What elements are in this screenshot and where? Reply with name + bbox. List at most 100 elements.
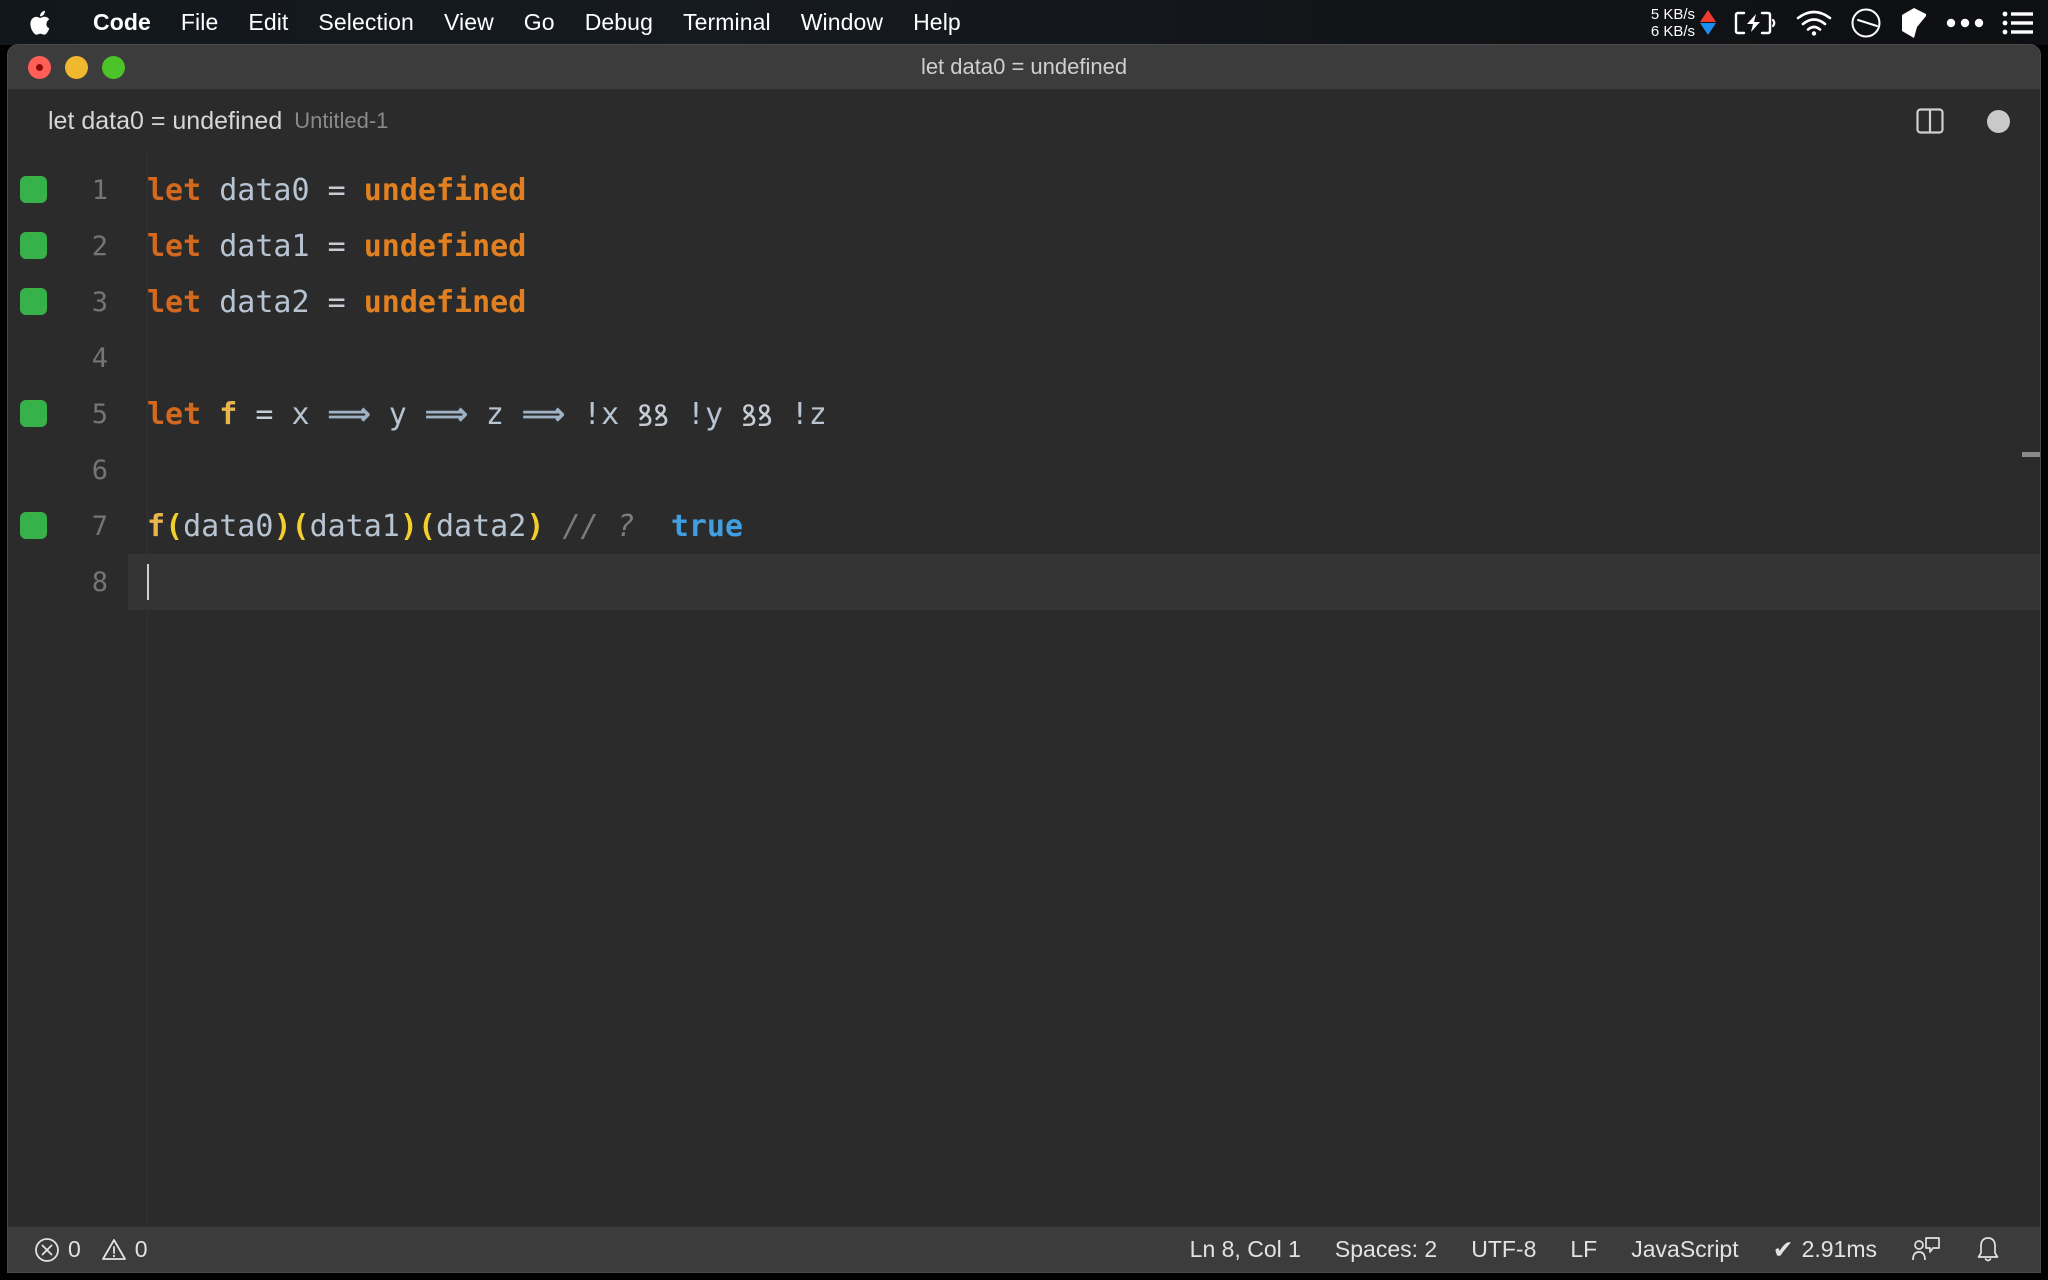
code-token-op: = (327, 228, 346, 264)
apple-logo-icon[interactable] (28, 8, 54, 38)
warning-icon (101, 1237, 127, 1263)
control-center-list-icon[interactable] (2002, 10, 2034, 36)
vscode-window: let data0 = undefined let data0 = undefi… (8, 45, 2040, 1272)
menu-item-debug[interactable]: Debug (570, 9, 668, 36)
gutter-run-marker-icon[interactable] (20, 400, 47, 427)
scrollbar-thumb[interactable] (2022, 452, 2040, 457)
code-token-keyword: let (147, 284, 202, 320)
code-lines-container[interactable]: 1 let data0 = undefined 2 let data1 = undef… (8, 152, 2040, 610)
code-line[interactable]: 6 (8, 442, 2040, 498)
code-line-content[interactable]: let data0 = undefined (128, 162, 2040, 218)
ellipsis-icon[interactable] (1946, 17, 1984, 29)
code-line-content[interactable] (128, 330, 2040, 386)
network-speed-indicator[interactable]: 5 KB/s 6 KB/s (1651, 6, 1716, 40)
code-token-paren: ) (399, 508, 418, 544)
menu-item-file[interactable]: File (166, 9, 233, 36)
code-editor[interactable]: 1 let data0 = undefined 2 let data1 = undef… (8, 152, 2040, 1226)
code-line-content[interactable] (128, 442, 2040, 498)
code-line-content[interactable]: let data2 = undefined (128, 274, 2040, 330)
editor-tab-bar: let data0 = undefined Untitled-1 (8, 90, 2040, 152)
upload-arrow-icon (1700, 10, 1716, 22)
close-button[interactable] (28, 55, 51, 79)
code-token-keyword: let (147, 228, 202, 264)
unsaved-indicator[interactable] (1987, 109, 2010, 133)
split-editor-icon[interactable] (1915, 106, 1945, 136)
indentation-status[interactable]: Spaces: 2 (1318, 1236, 1454, 1263)
code-token-fn: f (219, 396, 238, 432)
menu-item-terminal[interactable]: Terminal (668, 9, 786, 36)
menu-item-edit[interactable]: Edit (233, 9, 303, 36)
code-token-op: = (327, 284, 346, 320)
menu-item-code[interactable]: Code (78, 9, 166, 36)
gutter-run-marker-icon[interactable] (20, 176, 47, 203)
line-number: 4 (91, 342, 108, 374)
code-token-var: !x (583, 396, 620, 432)
gutter-run-marker-icon[interactable] (20, 512, 47, 539)
menu-item-selection[interactable]: Selection (303, 9, 429, 36)
code-token-paren: ( (165, 508, 184, 544)
code-line-content[interactable]: f(data0)(data1)(data2) // ? true (128, 498, 2040, 554)
code-line[interactable]: 3 let data2 = undefined (8, 274, 2040, 330)
code-token-value: true (670, 508, 744, 544)
cursor-position-status[interactable]: Ln 8, Col 1 (1173, 1236, 1318, 1263)
menu-item-go[interactable]: Go (509, 9, 570, 36)
editor-actions (1915, 90, 2010, 152)
encoding-status[interactable]: UTF-8 (1454, 1236, 1553, 1263)
minimize-button[interactable] (65, 55, 88, 79)
code-token-paren: ) (273, 508, 292, 544)
menu-item-help[interactable]: Help (898, 9, 976, 36)
code-line[interactable]: 4 (8, 330, 2040, 386)
download-arrow-icon (1700, 23, 1716, 35)
code-token-comment: // ? (562, 508, 635, 544)
problems-status[interactable]: 0 0 (34, 1236, 165, 1263)
wifi-icon[interactable] (1796, 10, 1832, 36)
code-line-content[interactable]: let data1 = undefined (128, 218, 2040, 274)
run-time-status[interactable]: ✔ 2.91ms (1756, 1235, 1894, 1265)
clock-gauge-icon[interactable] (1850, 7, 1882, 39)
notifications-button[interactable] (1958, 1235, 2018, 1265)
code-token-arrow: ⟹ (327, 396, 371, 432)
maximize-button[interactable] (102, 55, 125, 79)
editor-scrollbar[interactable] (2022, 152, 2040, 1226)
bell-icon (1975, 1235, 2001, 1265)
gutter-run-marker-icon[interactable] (20, 232, 47, 259)
battery-charging-icon[interactable] (1734, 10, 1778, 36)
window-title-bar: let data0 = undefined (8, 45, 2040, 90)
code-line[interactable]: 5 let f = x ⟹ y ⟹ z ⟹ !x ꝸꝸ !y ꝸꝸ !z (8, 386, 2040, 442)
menu-item-view[interactable]: View (429, 9, 509, 36)
window-title: let data0 = undefined (920, 54, 1128, 79)
code-line[interactable]: 7 f(data0)(data1)(data2) // ? true (8, 498, 2040, 554)
code-token-op: ꝸꝸ (741, 398, 773, 434)
code-token-paren: ( (291, 508, 310, 544)
code-token-var: data2 (436, 508, 527, 544)
gutter-run-marker-icon[interactable] (20, 288, 47, 315)
code-token-op: ꝸꝸ (637, 398, 669, 434)
eol-status[interactable]: LF (1553, 1236, 1614, 1263)
status-bar: 0 0 Ln 8, Col 1 Spaces: 2 UTF-8 LF JavaS… (8, 1226, 2040, 1272)
code-token-fn: f (147, 508, 166, 544)
code-line-content[interactable]: let f = x ⟹ y ⟹ z ⟹ !x ꝸꝸ !y ꝸꝸ !z (128, 386, 2040, 442)
code-line[interactable]: 8 (8, 554, 2040, 610)
status-bar-right: Ln 8, Col 1 Spaces: 2 UTF-8 LF JavaScrip… (1173, 1235, 2018, 1265)
tab-title[interactable]: let data0 = undefined (48, 107, 282, 136)
code-token-op: = (327, 172, 346, 208)
language-mode-status[interactable]: JavaScript (1614, 1236, 1755, 1263)
code-line-content[interactable] (128, 554, 2040, 610)
code-line[interactable]: 2 let data1 = undefined (8, 218, 2040, 274)
code-token-var: !z (790, 396, 827, 432)
code-token-undef: undefined (363, 172, 527, 208)
cube-icon[interactable] (1900, 7, 1928, 39)
menu-item-window[interactable]: Window (786, 9, 898, 36)
feedback-button[interactable] (1894, 1235, 1958, 1265)
code-line[interactable]: 1 let data0 = undefined (8, 162, 2040, 218)
